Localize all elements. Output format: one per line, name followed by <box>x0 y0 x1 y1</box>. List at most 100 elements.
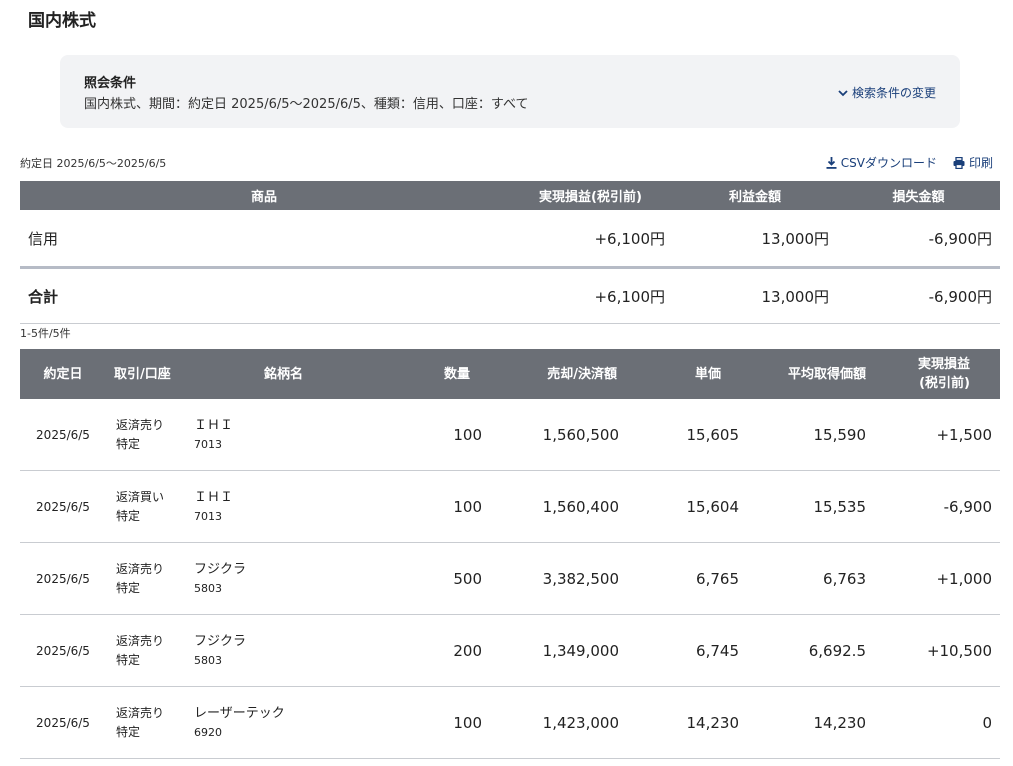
header-pl-line1: 実現損益 <box>917 357 970 372</box>
csv-download-label: CSVダウンロード <box>840 156 937 170</box>
row-price: 6,745 <box>639 614 757 687</box>
row-account: 特定 <box>116 724 141 739</box>
csv-download-link[interactable]: CSVダウンロード <box>826 154 937 171</box>
row-pl: -6,900 <box>874 470 1000 543</box>
row-avg: 6,692.5 <box>757 614 874 687</box>
row-stock-code: 5803 <box>194 581 222 595</box>
table-row: 2025/6/5 返済売り 特定 レーザーテック 6920 100 1,423,000 14,… <box>20 686 1000 759</box>
summary-header-realized: 実現損益(税引前) <box>508 181 673 210</box>
table-row: 2025/6/5 返済売り 特定 フジクラ 5803 500 3,382,500 6,765 6… <box>20 542 1000 615</box>
header-price: 単価 <box>639 349 757 399</box>
summary-total-profit: 13,000円 <box>673 267 837 324</box>
row-avg: 15,535 <box>757 470 874 543</box>
row-qty: 100 <box>340 686 502 759</box>
row-avg: 15,590 <box>757 399 874 471</box>
row-trade: 返済売り 特定 <box>106 542 186 615</box>
row-pl: 0 <box>874 686 1000 759</box>
row-date: 2025/6/5 <box>20 399 106 471</box>
print-link[interactable]: 印刷 <box>953 154 993 171</box>
header-amount: 売却/決済額 <box>502 349 639 399</box>
row-price: 15,605 <box>639 399 757 471</box>
row-stock-name: ＩＨＩ <box>194 489 234 505</box>
header-qty: 数量 <box>340 349 502 399</box>
header-pl: 実現損益 (税引前) <box>874 349 1000 399</box>
row-price: 14,230 <box>639 686 757 759</box>
row-trade: 返済買い 特定 <box>106 470 186 543</box>
row-stock: ＩＨＩ 7013 <box>186 470 340 543</box>
row-account: 特定 <box>116 508 141 523</box>
row-amount: 1,560,500 <box>502 399 639 471</box>
row-trade-type: 返済売り <box>116 561 165 576</box>
row-stock-name: ＩＨＩ <box>194 417 234 433</box>
row-price: 15,604 <box>639 470 757 543</box>
change-criteria-link[interactable]: 検索条件の変更 <box>838 84 936 101</box>
header-avg: 平均取得価額 <box>757 349 874 399</box>
detail-table: 約定日 取引/口座 銘柄名 数量 売却/決済額 単価 平均取得価額 実現損益 (… <box>20 349 1000 759</box>
summary-loss-value: -6,900円 <box>837 210 1000 269</box>
row-price: 6,765 <box>639 542 757 615</box>
summary-header-product: 商品 <box>20 181 508 210</box>
action-links: CSVダウンロード 印刷 <box>826 154 993 171</box>
row-pl: +1,000 <box>874 542 1000 615</box>
summary-total-label: 合計 <box>20 267 508 324</box>
row-avg: 6,763 <box>757 542 874 615</box>
result-count: 1-5件/5件 <box>20 327 71 340</box>
criteria-summary: 国内株式、期間：約定日 2025/6/5〜2025/6/5、種類：信用、口座：す… <box>84 97 529 112</box>
row-date: 2025/6/5 <box>20 470 106 543</box>
row-account: 特定 <box>116 436 141 451</box>
summary-header-row: 商品 実現損益(税引前) 利益金額 損失金額 <box>20 181 1000 210</box>
summary-header-profit: 利益金額 <box>673 181 837 210</box>
row-trade: 返済売り 特定 <box>106 399 186 471</box>
download-icon <box>826 156 837 169</box>
row-stock-name: レーザーテック <box>194 705 285 721</box>
row-qty: 100 <box>340 399 502 471</box>
summary-total-loss: -6,900円 <box>837 267 1000 324</box>
summary-product-label: 信用 <box>20 210 508 269</box>
row-date: 2025/6/5 <box>20 614 106 687</box>
row-stock-name: フジクラ <box>194 633 247 649</box>
row-amount: 1,349,000 <box>502 614 639 687</box>
row-stock: フジクラ 5803 <box>186 614 340 687</box>
summary-profit-value: 13,000円 <box>673 210 837 269</box>
row-stock: レーザーテック 6920 <box>186 686 340 759</box>
row-account: 特定 <box>116 652 141 667</box>
header-trade: 取引/口座 <box>106 349 186 399</box>
row-trade-type: 返済売り <box>116 417 165 432</box>
row-stock-name: フジクラ <box>194 561 247 577</box>
row-qty: 100 <box>340 470 502 543</box>
row-stock: フジクラ 5803 <box>186 542 340 615</box>
row-amount: 1,560,400 <box>502 470 639 543</box>
page-title: 国内株式 <box>28 11 96 31</box>
change-criteria-label: 検索条件の変更 <box>851 86 936 100</box>
row-stock: ＩＨＩ 7013 <box>186 399 340 471</box>
table-row: 2025/6/5 返済売り 特定 ＩＨＩ 7013 100 1,560,500 15,605 1… <box>20 399 1000 471</box>
row-stock-code: 5803 <box>194 653 222 667</box>
header-pl-line2: (税引前) <box>919 376 970 391</box>
row-trade-type: 返済買い <box>116 489 165 504</box>
row-avg: 14,230 <box>757 686 874 759</box>
row-trade-type: 返済売り <box>116 705 165 720</box>
chevron-down-icon <box>838 89 848 96</box>
row-amount: 3,382,500 <box>502 542 639 615</box>
summary-header-loss: 損失金額 <box>837 181 1000 210</box>
row-trade-type: 返済売り <box>116 633 165 648</box>
search-criteria-panel: 照会条件 国内株式、期間：約定日 2025/6/5〜2025/6/5、種類：信用… <box>60 55 960 128</box>
printer-icon <box>953 156 965 169</box>
row-pl: +1,500 <box>874 399 1000 471</box>
row-trade: 返済売り 特定 <box>106 614 186 687</box>
table-row: 2025/6/5 返済売り 特定 フジクラ 5803 200 1,349,000 6,745 6… <box>20 614 1000 687</box>
row-qty: 500 <box>340 542 502 615</box>
header-name: 銘柄名 <box>186 349 340 399</box>
criteria-heading: 照会条件 <box>84 76 137 91</box>
detail-header-row: 約定日 取引/口座 銘柄名 数量 売却/決済額 単価 平均取得価額 実現損益 (… <box>20 349 1000 399</box>
summary-realized-value: +6,100円 <box>508 210 673 269</box>
print-label: 印刷 <box>968 156 993 170</box>
period-text: 約定日 2025/6/5〜2025/6/5 <box>20 157 167 170</box>
summary-row: 信用 +6,100円 13,000円 -6,900円 <box>20 210 1000 269</box>
row-amount: 1,423,000 <box>502 686 639 759</box>
row-date: 2025/6/5 <box>20 542 106 615</box>
row-trade: 返済売り 特定 <box>106 686 186 759</box>
row-stock-code: 6920 <box>194 725 222 739</box>
summary-total-realized: +6,100円 <box>508 267 673 324</box>
row-stock-code: 7013 <box>194 509 222 523</box>
